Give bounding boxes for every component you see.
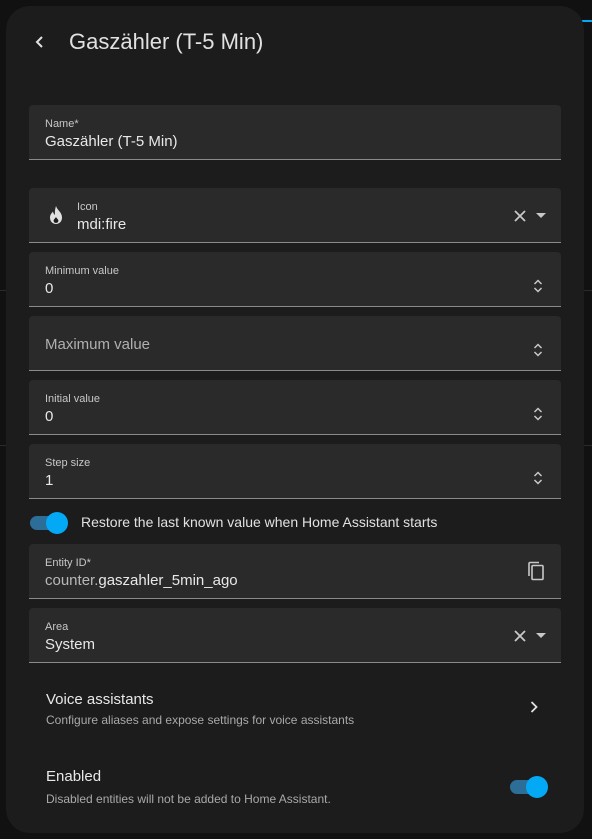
enabled-toggle[interactable]: [510, 776, 548, 798]
caret-down-icon: [536, 633, 546, 638]
entity-id-value[interactable]: counter.gaszahler_5min_ago: [45, 571, 238, 591]
maximum-value-placeholder[interactable]: Maximum value: [45, 335, 150, 355]
initial-value-stepper[interactable]: [531, 406, 545, 422]
minimum-value-field[interactable]: Minimum value 0: [29, 252, 561, 307]
step-size-field[interactable]: Step size 1: [29, 444, 561, 499]
maximum-value-stepper[interactable]: [531, 342, 545, 358]
area-value[interactable]: System: [45, 635, 95, 655]
area-label: Area: [45, 621, 69, 633]
icon-value[interactable]: mdi:fire: [77, 215, 126, 235]
clear-area-button[interactable]: [513, 629, 527, 643]
minimum-value-label: Minimum value: [45, 265, 119, 277]
area-dropdown-button[interactable]: [533, 630, 549, 642]
voice-assistants-title: Voice assistants: [46, 691, 154, 708]
unfold-icon: [533, 279, 543, 293]
chevron-left-icon: [35, 36, 43, 48]
step-size-input[interactable]: 1: [45, 471, 53, 491]
entity-settings-dialog: Gaszähler (T-5 Min) Name* Gaszähler (T-5…: [6, 6, 584, 833]
restore-label: Restore the last known value when Home A…: [81, 514, 438, 530]
close-icon: [514, 210, 526, 222]
copy-entity-id-button[interactable]: [526, 560, 546, 582]
name-field[interactable]: Name* Gaszähler (T-5 Min): [29, 105, 561, 160]
name-value[interactable]: Gaszähler (T-5 Min): [45, 132, 178, 152]
entity-id-field[interactable]: Entity ID* counter.gaszahler_5min_ago: [29, 544, 561, 599]
toggle-thumb: [526, 776, 548, 798]
initial-value-input[interactable]: 0: [45, 407, 53, 427]
area-field[interactable]: Area System: [29, 608, 561, 663]
copy-icon: [528, 561, 544, 581]
unfold-icon: [533, 471, 543, 485]
restore-toggle[interactable]: [30, 512, 68, 534]
icon-dropdown-button[interactable]: [533, 210, 549, 222]
step-size-stepper[interactable]: [531, 470, 545, 486]
initial-value-field[interactable]: Initial value 0: [29, 380, 561, 435]
fire-icon: [45, 204, 67, 226]
unfold-icon: [533, 343, 543, 357]
voice-assistants-chevron[interactable]: [526, 699, 542, 715]
clear-icon-button[interactable]: [513, 209, 527, 223]
icon-label: Icon: [77, 201, 98, 213]
voice-assistants-row[interactable]: [29, 680, 561, 736]
back-button[interactable]: [26, 28, 54, 56]
entity-id-prefix: counter.: [45, 572, 99, 589]
close-icon: [514, 630, 526, 642]
initial-value-label: Initial value: [45, 393, 101, 405]
entity-id-input[interactable]: gaszahler_5min_ago: [98, 572, 237, 589]
dialog-title: Gaszähler (T-5 Min): [69, 29, 264, 54]
voice-assistants-subtitle: Configure aliases and expose settings fo…: [46, 713, 355, 727]
entity-id-label: Entity ID*: [45, 557, 91, 569]
maximum-value-field[interactable]: Maximum value: [29, 316, 561, 371]
toggle-thumb: [46, 512, 68, 534]
minimum-value-stepper[interactable]: [531, 278, 545, 294]
enabled-subtitle: Disabled entities will not be added to H…: [46, 792, 331, 806]
icon-field[interactable]: Icon mdi:fire: [29, 188, 561, 243]
step-size-label: Step size: [45, 457, 91, 469]
enabled-title: Enabled: [46, 768, 102, 785]
caret-down-icon: [536, 213, 546, 218]
unfold-icon: [533, 407, 543, 421]
chevron-right-icon: [530, 701, 538, 713]
dialog-header: Gaszähler (T-5 Min): [6, 6, 584, 78]
name-label: Name*: [45, 118, 79, 130]
minimum-value-input[interactable]: 0: [45, 279, 53, 299]
